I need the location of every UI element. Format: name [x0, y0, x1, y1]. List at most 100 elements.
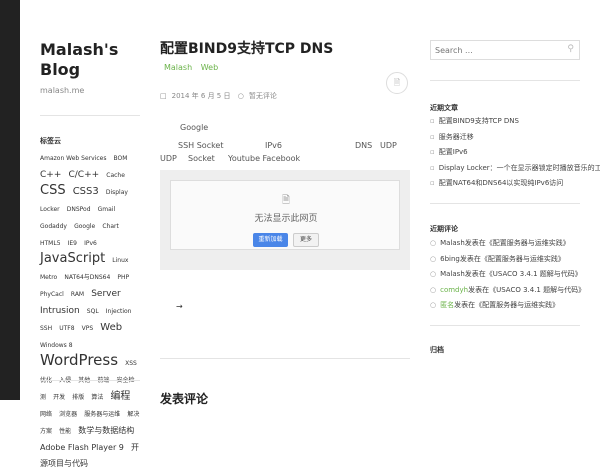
tag-link[interactable]: 浏览器 — [59, 411, 77, 418]
list-item[interactable]: ▫ 配置BIND9支持TCP DNS — [430, 116, 590, 132]
broken-page-icon: 🗎 — [282, 195, 291, 206]
body-word: DNS — [355, 141, 373, 150]
tag-link[interactable]: Windows 8 — [40, 342, 73, 349]
category-link[interactable]: Web — [201, 63, 218, 72]
tag-link[interactable]: IPv6 — [84, 240, 97, 247]
search-icon[interactable]: ⚲ — [567, 44, 574, 54]
tag-link[interactable]: JavaScript — [40, 251, 105, 266]
arrow-icon[interactable]: → — [176, 302, 183, 311]
tag-link[interactable]: PhyCacl — [40, 291, 64, 298]
list-item: ○ Malash发表在《配置服务器与运维实践》 — [430, 238, 590, 254]
post-date[interactable]: 2014 年 6 月 5 日 — [172, 92, 231, 100]
comment-text[interactable]: 发表在《配置服务器与运维实践》 — [454, 301, 559, 309]
post-link[interactable]: 配置IPv6 — [439, 148, 468, 156]
category-link[interactable]: Malash — [164, 63, 192, 72]
tag-link[interactable]: SQL — [87, 308, 99, 315]
archives-heading: 归档 — [430, 346, 444, 354]
list-item[interactable]: ▫ 配置IPv6 — [430, 147, 590, 163]
comment-text[interactable]: 发表在《USACO 3.4.1 题解与代码》 — [468, 286, 585, 294]
tag-link[interactable]: 数学与数据结构 — [78, 426, 134, 435]
body-word: Google — [180, 123, 209, 132]
body-word: IPv6 — [265, 141, 283, 150]
comment-icon: ○ — [430, 239, 437, 247]
post-title[interactable]: 配置BIND9支持TCP DNS — [160, 38, 333, 58]
comment-author[interactable]: 6bing — [440, 255, 460, 263]
tag-link[interactable]: Amazon Web Services — [40, 155, 106, 162]
divider — [160, 358, 410, 359]
comment-author[interactable]: 匿名 — [440, 301, 454, 309]
tag-link[interactable]: BOM — [114, 155, 128, 162]
post-meta: □ 2014 年 6 月 5 日 ○ 暂无评论 — [160, 91, 282, 101]
divider — [430, 203, 580, 204]
tag-link[interactable]: VPS — [82, 325, 94, 332]
comment-count[interactable]: 暂无评论 — [249, 92, 277, 100]
tag-link[interactable]: Gmail — [98, 206, 116, 213]
tag-link[interactable]: C/C++ — [68, 170, 99, 180]
tag-link[interactable]: Adobe Flash Player 9 — [40, 443, 124, 452]
tag-link[interactable]: RAM — [71, 291, 84, 298]
tag-link[interactable]: IE9 — [68, 240, 77, 247]
list-item: ○ 6bing发表在《配置服务器与运维实践》 — [430, 254, 590, 270]
calendar-icon: □ — [160, 92, 167, 100]
comment-author[interactable]: Malash — [440, 270, 465, 278]
tag-link[interactable]: 网络 — [40, 411, 52, 418]
tag-link[interactable]: C++ — [40, 170, 61, 180]
tag-link[interactable]: NAT64与DNS64 — [64, 274, 110, 281]
comment-author[interactable]: comdyh — [440, 286, 468, 294]
reload-button[interactable]: 重新加载 — [253, 233, 288, 247]
tag-link[interactable]: 编程 — [110, 391, 130, 402]
list-item[interactable]: ▫ 配置NAT64和DNS64以实现纯IPv6访问 — [430, 178, 590, 194]
tags-heading: 标签云 — [40, 137, 61, 145]
tag-link[interactable]: Chart — [102, 223, 119, 230]
error-message: 无法显示此网页 — [254, 214, 318, 224]
recent-posts-heading: 近期文章 — [430, 104, 458, 112]
list-item: ○ 匿名发表在《配置服务器与运维实践》 — [430, 300, 590, 316]
tag-link[interactable]: Cache — [106, 172, 125, 179]
body-word: Socket — [188, 154, 215, 163]
list-item[interactable]: ▫ Display Locker：一个在显示器锁定时播放音乐的工具 — [430, 163, 600, 179]
tag-link[interactable]: Metro — [40, 274, 57, 281]
search-input[interactable] — [430, 40, 580, 60]
tag-link[interactable]: CSS3 — [73, 186, 99, 197]
comment-author[interactable]: Malash — [440, 239, 465, 247]
document-icon: ▫ — [430, 179, 435, 187]
tag-cloud: Amazon Web Services BOM C++ C/C++ Cache … — [40, 148, 142, 470]
tag-link[interactable]: SSH — [40, 325, 52, 332]
tag-link[interactable]: UTF8 — [59, 325, 74, 332]
tag-link[interactable]: Godaddy — [40, 223, 67, 230]
post-link[interactable]: 配置NAT64和DNS64以实现纯IPv6访问 — [439, 179, 564, 187]
tag-link[interactable]: 服务器与运维 — [84, 411, 120, 418]
comment-text[interactable]: 发表在《配置服务器与运维实践》 — [460, 255, 565, 263]
tag-link[interactable]: CSS — [40, 183, 66, 198]
tag-link[interactable]: WordPress — [40, 351, 118, 369]
divider — [40, 115, 140, 116]
comments-heading: 发表评论 — [160, 392, 209, 406]
list-item[interactable]: ▫ 服务器迁移 — [430, 132, 590, 148]
tag-link[interactable]: Google — [74, 223, 95, 230]
body-word: UDP — [380, 141, 397, 150]
document-icon: ▫ — [430, 117, 435, 125]
tag-link[interactable]: Web — [100, 322, 122, 333]
more-button[interactable]: 更多 — [293, 233, 319, 247]
body-word: UDP — [160, 154, 177, 163]
document-icon: ▫ — [430, 163, 435, 172]
post-link[interactable]: Display Locker：一个在显示器锁定时播放音乐的工具 — [439, 164, 600, 172]
comment-text[interactable]: 发表在《USACO 3.4.1 题解与代码》 — [465, 270, 582, 278]
tag-link[interactable]: Linux — [112, 257, 128, 264]
blog-title[interactable]: Malash's Blog — [40, 40, 140, 80]
comment-text[interactable]: 发表在《配置服务器与运维实践》 — [465, 239, 570, 247]
tag-link[interactable]: Injection — [106, 308, 132, 315]
tag-link[interactable]: PHP — [117, 274, 129, 281]
comment-icon: ○ — [237, 92, 244, 100]
tag-link[interactable]: 性能 — [59, 428, 71, 435]
tag-link[interactable]: XSS — [125, 360, 137, 367]
recent-comments-heading: 近期评论 — [430, 225, 458, 233]
post-link[interactable]: 配置BIND9支持TCP DNS — [439, 117, 519, 125]
document-icon: ▫ — [430, 148, 435, 156]
divider — [430, 325, 580, 326]
post-link[interactable]: 服务器迁移 — [439, 133, 474, 141]
tag-link[interactable]: HTML5 — [40, 240, 61, 247]
list-item: ○ Malash发表在《USACO 3.4.1 题解与代码》 — [430, 269, 590, 285]
body-word: Youtube Facebook — [228, 154, 301, 163]
tag-link[interactable]: DNSPod — [67, 206, 91, 213]
